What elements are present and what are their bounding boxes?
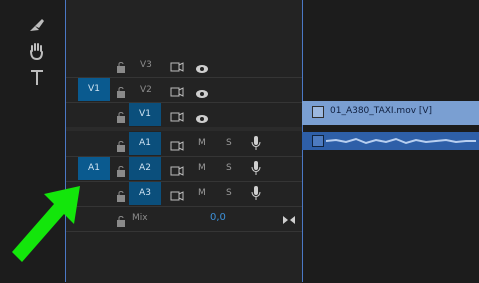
- sync-lock-icon[interactable]: [170, 58, 184, 77]
- track-name-v3: V3: [140, 60, 152, 70]
- solo-button[interactable]: S: [226, 163, 232, 173]
- eye-icon[interactable]: [195, 84, 209, 103]
- lock-icon[interactable]: [116, 58, 126, 73]
- track-target-a2[interactable]: A2: [129, 157, 161, 180]
- lock-icon[interactable]: [116, 212, 126, 227]
- hand-tool-icon[interactable]: [27, 41, 47, 61]
- fx-icon: [312, 135, 324, 147]
- eye-icon[interactable]: [195, 109, 209, 128]
- sync-lock-icon[interactable]: [170, 162, 184, 181]
- empty-area: [66, 231, 302, 283]
- solo-button[interactable]: S: [226, 188, 232, 198]
- sync-lock-icon[interactable]: [170, 137, 184, 156]
- ripple-edit-tool-icon[interactable]: [26, 0, 46, 14]
- mix-toggle-icon[interactable]: [282, 210, 296, 229]
- track-target-v1[interactable]: V1: [129, 103, 161, 126]
- track-name-v2: V2: [140, 85, 152, 95]
- lock-icon[interactable]: [116, 137, 126, 152]
- pointer-arrow-icon: [12, 186, 80, 262]
- track-target-a3[interactable]: A3: [129, 182, 161, 205]
- mix-label: Mix: [132, 213, 148, 223]
- track-row-a3: [66, 181, 302, 207]
- lock-icon[interactable]: [116, 187, 126, 202]
- lock-icon[interactable]: [116, 83, 126, 98]
- audio-clip[interactable]: [302, 132, 479, 150]
- sync-lock-icon[interactable]: [170, 83, 184, 102]
- mute-button[interactable]: M: [198, 188, 206, 198]
- lock-icon[interactable]: [116, 108, 126, 123]
- mute-button[interactable]: M: [198, 163, 206, 173]
- microphone-icon[interactable]: [251, 135, 261, 155]
- source-patch-v1[interactable]: V1: [78, 78, 110, 101]
- eye-icon[interactable]: [195, 59, 209, 78]
- fx-icon: [312, 106, 324, 118]
- type-tool-icon[interactable]: [28, 68, 48, 88]
- mix-value[interactable]: 0,0: [210, 212, 226, 224]
- solo-button[interactable]: S: [226, 138, 232, 148]
- microphone-icon[interactable]: [251, 185, 261, 205]
- mute-button[interactable]: M: [198, 138, 206, 148]
- video-clip[interactable]: 01_A380_TAXI.mov [V]: [302, 101, 479, 125]
- track-target-a1[interactable]: A1: [129, 132, 161, 155]
- lock-icon[interactable]: [116, 162, 126, 177]
- track-row-v3: [66, 52, 302, 77]
- sync-lock-icon[interactable]: [170, 108, 184, 127]
- pen-tool-icon[interactable]: [27, 14, 47, 34]
- source-patch-a1[interactable]: A1: [78, 157, 110, 180]
- track-row-v1: [66, 102, 302, 128]
- video-clip-label: 01_A380_TAXI.mov [V]: [330, 106, 433, 116]
- sync-lock-icon[interactable]: [170, 187, 184, 206]
- microphone-icon[interactable]: [251, 160, 261, 180]
- track-row-a1: [66, 131, 302, 156]
- track-row-mix: [66, 206, 302, 232]
